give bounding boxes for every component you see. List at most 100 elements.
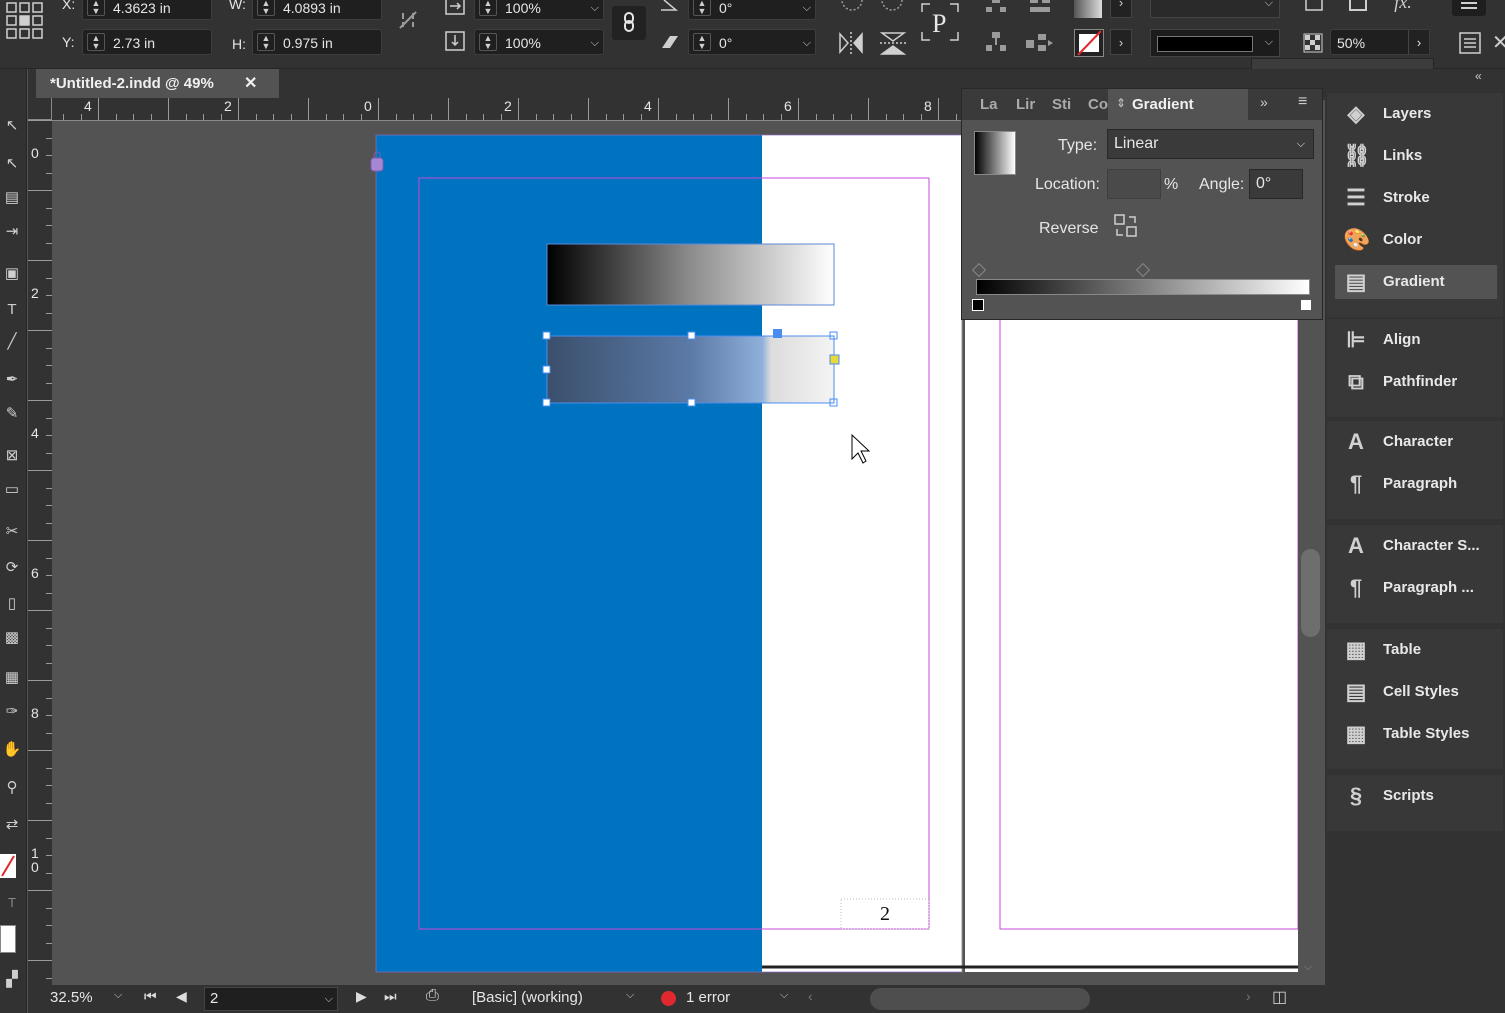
page-field[interactable]: 2 ⌵ <box>204 987 338 1011</box>
chevron-down-icon[interactable]: ⌵ <box>114 989 122 1002</box>
free-transform-icon[interactable]: ⟳ <box>1 557 23 579</box>
midpoint-diamond-icon[interactable] <box>971 262 987 278</box>
collapse-dock-icon[interactable]: « <box>1475 69 1482 83</box>
chevron-right-icon[interactable]: › <box>1110 0 1132 18</box>
chevron-down-icon[interactable]: ⌵ <box>591 0 599 21</box>
direct-selection-icon[interactable]: ↖ <box>1 153 23 175</box>
note-tool-icon[interactable]: ▦ <box>1 667 23 689</box>
page-tool-icon[interactable]: ▤ <box>1 187 23 209</box>
y-field[interactable]: ▲ ▼ 2.73 in <box>82 29 212 55</box>
stepper-icon[interactable]: ▲ ▼ <box>693 33 711 51</box>
hand-tool-icon[interactable]: ✋ <box>1 739 23 761</box>
hamburger-menu-icon[interactable] <box>1452 0 1486 16</box>
tab-stroke[interactable]: Sti <box>1052 96 1071 113</box>
rotate-field[interactable]: ▲ ▼ 0° ⌵ <box>688 0 816 20</box>
error-count[interactable]: 1 error <box>686 989 730 1006</box>
reference-point-icon[interactable] <box>6 2 44 40</box>
fill-stroke-icon[interactable] <box>0 852 16 880</box>
dock-item-paragraph[interactable]: ¶ Paragraph <box>1335 467 1497 501</box>
stroke-type-dropdown[interactable]: ⌵ <box>1150 0 1280 18</box>
rotate-buttons-icon[interactable] <box>836 0 906 16</box>
ruler-origin[interactable] <box>28 98 52 120</box>
chevron-right-icon[interactable]: › <box>1110 29 1132 55</box>
dock-item-scripts[interactable]: § Scripts <box>1335 779 1497 813</box>
stepper-icon[interactable]: ▲ ▼ <box>257 0 275 16</box>
horizontal-ruler[interactable]: 4 2 0 2 4 6 8 <box>28 98 961 121</box>
scroll-right-icon[interactable]: › <box>1246 988 1251 1004</box>
text-wrap-icon[interactable] <box>1302 0 1326 16</box>
dock-item-links[interactable]: ⛓ Links <box>1335 139 1497 173</box>
apply-color-icon[interactable] <box>0 925 16 953</box>
line-tool-icon[interactable]: ╱ <box>1 331 23 353</box>
stepper-icon[interactable]: ▲ ▼ <box>479 0 497 16</box>
zoom-level[interactable]: 32.5% <box>50 989 93 1006</box>
eyedropper-icon[interactable]: ✑ <box>1 701 23 723</box>
out-port-handle[interactable] <box>829 354 840 365</box>
panel-menu-icon[interactable]: ≡ <box>1298 93 1307 111</box>
stroke-style-dropdown[interactable]: ⌵ <box>1150 29 1280 57</box>
stepper-icon[interactable]: ▲ ▼ <box>87 0 105 16</box>
close-icon[interactable]: ✕ <box>1492 30 1505 55</box>
chevron-right-icon[interactable]: › <box>1408 30 1429 54</box>
shear-field[interactable]: ▲ ▼ 0° ⌵ <box>688 29 816 55</box>
dock-item-stroke[interactable]: ☰ Stroke <box>1335 181 1497 215</box>
stroke-none-swatch[interactable] <box>1074 29 1104 57</box>
dock-item-character[interactable]: A Character <box>1335 425 1497 459</box>
pen-tool-icon[interactable]: ✒ <box>1 369 23 391</box>
dock-item-table[interactable]: ▦ Table <box>1335 633 1497 667</box>
gradient-ramp[interactable] <box>976 279 1310 295</box>
vertical-scrollbar-thumb[interactable] <box>1301 549 1320 637</box>
midpoint-diamond-icon[interactable] <box>1135 262 1151 278</box>
chevron-down-icon[interactable]: ⌵ <box>803 0 811 21</box>
selection-tool-icon[interactable]: ↖ <box>1 115 23 137</box>
flip-vertical-icon[interactable] <box>878 30 908 56</box>
dock-item-character-s[interactable]: A Character S... <box>1335 529 1497 563</box>
chevron-down-icon[interactable]: ⌵ <box>780 989 788 1002</box>
flip-horizontal-icon[interactable] <box>836 30 866 56</box>
first-page-icon[interactable]: ⏮ <box>144 988 157 1005</box>
chevron-down-icon[interactable]: ⌵ <box>803 30 811 56</box>
scissors-icon[interactable]: ✂ <box>1 521 23 543</box>
vertical-ruler[interactable]: 0 2 4 6 8 1 0 <box>28 120 53 985</box>
preflight-profile[interactable]: [Basic] (working) <box>472 989 583 1006</box>
scroll-down-icon[interactable]: ⌵ <box>1304 961 1312 974</box>
distribute-icon[interactable] <box>984 0 1008 16</box>
w-field[interactable]: ▲ ▼ 4.0893 in <box>252 0 382 20</box>
content-grabber-handle[interactable] <box>773 329 782 338</box>
h-field[interactable]: ▲ ▼ 0.975 in <box>252 29 382 55</box>
x-field[interactable]: ▲ ▼ 4.3623 in <box>82 0 212 20</box>
scale-y-field[interactable]: ▲ ▼ 100% ⌵ <box>474 29 604 55</box>
dock-item-layers[interactable]: ◈ Layers <box>1335 97 1497 131</box>
zoom-tool-icon[interactable]: ⚲ <box>1 777 23 799</box>
gradient-feather-icon[interactable]: ▩ <box>1 627 23 649</box>
stepper-icon[interactable]: ▲ ▼ <box>693 0 711 16</box>
pencil-tool-icon[interactable]: ✎ <box>1 403 23 425</box>
gradient-rectangle-2[interactable] <box>546 335 835 404</box>
dock-item-pathfinder[interactable]: ⧉ Pathfinder <box>1335 365 1497 399</box>
panel-options-icon[interactable] <box>1456 30 1484 56</box>
preflight-profile-icon[interactable]: ⎙ <box>426 987 439 1005</box>
previous-page-icon[interactable]: ◀ <box>176 988 187 1005</box>
dock-item-align[interactable]: ⊫ Align <box>1335 323 1497 357</box>
screen-mode-icon[interactable]: ▞ <box>1 969 23 991</box>
select-previous-icon[interactable] <box>984 30 1008 56</box>
stepper-icon[interactable]: ▲ ▼ <box>257 33 275 51</box>
fill-swatch[interactable] <box>1074 0 1102 18</box>
next-page-icon[interactable]: ▶ <box>356 988 367 1005</box>
dock-item-cell-styles[interactable]: ▤ Cell Styles <box>1335 675 1497 709</box>
chevron-down-icon[interactable]: ⌵ <box>626 989 634 1002</box>
swap-fill-stroke-icon[interactable]: ⇄ <box>1 814 23 836</box>
scroll-left-icon[interactable]: ‹ <box>808 988 813 1004</box>
stepper-icon[interactable]: ▲ ▼ <box>87 33 105 51</box>
opacity-field[interactable]: 50% › <box>1330 29 1430 55</box>
tab-gradient[interactable]: ⇕ Gradient <box>1108 89 1248 120</box>
dock-item-paragraph[interactable]: ¶ Paragraph ... <box>1335 571 1497 605</box>
chevron-down-icon[interactable]: ⌵ <box>325 988 333 1010</box>
scale-x-field[interactable]: ▲ ▼ 100% ⌵ <box>474 0 604 20</box>
last-page-icon[interactable]: ⏭ <box>384 988 397 1005</box>
tab-color[interactable]: Co <box>1088 96 1108 113</box>
chevron-down-icon[interactable]: ⌵ <box>591 30 599 56</box>
horizontal-scrollbar-thumb[interactable] <box>870 988 1090 1010</box>
color-stop-white[interactable] <box>1300 299 1312 311</box>
type-dropdown[interactable]: Linear ⌵ <box>1107 129 1314 159</box>
